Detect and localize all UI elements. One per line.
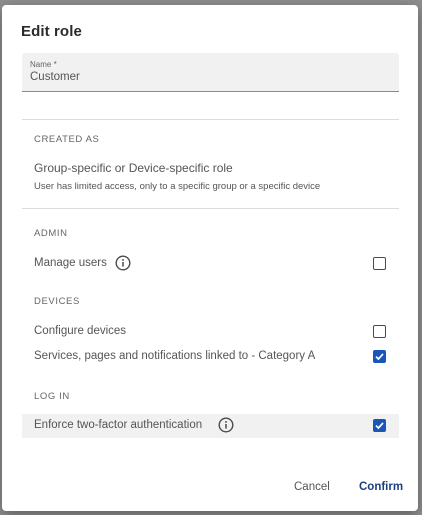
section-header-devices: DEVICES: [34, 296, 80, 307]
section-header-log-in: LOG IN: [34, 391, 70, 402]
services-category-a-checkbox[interactable]: [373, 350, 386, 363]
cancel-button[interactable]: Cancel: [294, 481, 330, 493]
created-as-description: User has limited access, only to a speci…: [34, 181, 321, 192]
permission-row-two-factor: Enforce two-factor authentication: [22, 414, 399, 438]
checkmark-icon: [375, 353, 384, 361]
divider: [22, 208, 399, 209]
manage-users-checkbox[interactable]: [373, 257, 386, 270]
edit-role-dialog: Edit role Name * CREATED AS Group-specif…: [2, 5, 418, 511]
permission-row-services-category-a: Services, pages and notifications linked…: [22, 345, 399, 369]
permission-label: Enforce two-factor authentication: [34, 419, 203, 431]
name-input[interactable]: [30, 71, 380, 83]
permission-row-manage-users: Manage users: [22, 252, 399, 276]
configure-devices-checkbox[interactable]: [373, 325, 386, 338]
confirm-button[interactable]: Confirm: [359, 481, 403, 493]
section-header-admin: ADMIN: [34, 228, 68, 239]
divider: [22, 119, 399, 120]
two-factor-checkbox[interactable]: [373, 419, 386, 432]
permission-label: Services, pages and notifications linked…: [34, 350, 316, 362]
name-field[interactable]: Name *: [22, 53, 399, 92]
info-icon[interactable]: [115, 255, 131, 271]
name-field-label: Name *: [30, 60, 57, 69]
info-icon[interactable]: [218, 417, 234, 433]
created-as-title: Group-specific or Device-specific role: [34, 161, 233, 175]
dialog-title: Edit role: [21, 23, 82, 40]
permission-label: Manage users: [34, 257, 107, 269]
checkmark-icon: [375, 422, 384, 430]
section-header-created-as: CREATED AS: [34, 134, 100, 145]
permission-row-configure-devices: Configure devices: [22, 320, 399, 344]
permission-label: Configure devices: [34, 325, 127, 337]
